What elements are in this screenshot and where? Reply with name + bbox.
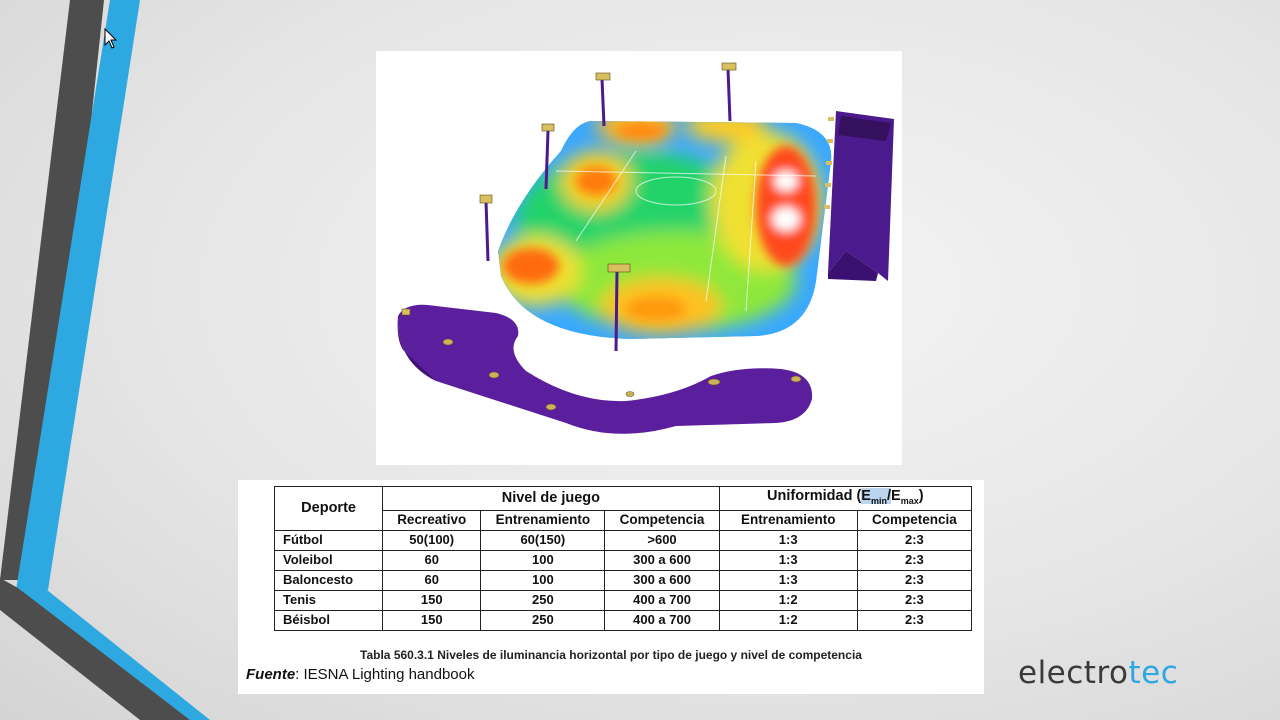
- table-row: Béisbol 150 250 400 a 700 1:2 2:3: [273, 609, 973, 631]
- cell-recreativo: 150: [382, 609, 482, 631]
- table-row: Fútbol 50(100) 60(150) >600 1:3 2:3: [273, 529, 973, 551]
- cell-uniformity-entrenamiento: 1:3: [718, 529, 858, 551]
- illuminance-table-panel: Deporte Nivel de juego Uniformidad (Emin…: [238, 480, 984, 694]
- cell-recreativo: 150: [382, 589, 482, 611]
- table-row: Baloncesto 60 100 300 a 600 1:3 2:3: [273, 569, 973, 591]
- cell-sport: Baloncesto: [273, 569, 384, 591]
- table-header-row: Deporte Nivel de juego Uniformidad (Emin…: [273, 486, 973, 531]
- cell-uniformity-competencia: 2:3: [856, 549, 973, 571]
- cell-recreativo: 50(100): [382, 529, 482, 551]
- cell-sport: Voleibol: [273, 549, 384, 571]
- cell-uniformity-entrenamiento: 1:2: [718, 589, 858, 611]
- header-uniformity: Uniformidad (Emin/Emax): [718, 486, 973, 511]
- cell-uniformity-competencia: 2:3: [856, 609, 973, 631]
- table-row: Tenis 150 250 400 a 700 1:2 2:3: [273, 589, 973, 611]
- cell-entrenamiento: 100: [480, 569, 606, 591]
- cell-sport: Béisbol: [273, 609, 384, 631]
- cell-competencia: 300 a 600: [604, 569, 720, 591]
- cell-recreativo: 60: [382, 549, 482, 571]
- illuminance-heatmap-image: [376, 51, 902, 465]
- cell-sport: Fútbol: [273, 529, 384, 551]
- mouse-cursor-icon: [104, 28, 118, 49]
- cell-entrenamiento: 250: [480, 609, 606, 631]
- cell-uniformity-entrenamiento: 1:3: [718, 569, 858, 591]
- subheader-competencia: Competencia: [604, 509, 720, 531]
- subheader-entrenamiento: Entrenamiento: [480, 509, 606, 531]
- source-label: Fuente: [246, 666, 296, 683]
- table-caption: Tabla 560.3.1 Niveles de iluminancia hor…: [360, 648, 862, 662]
- subheader-uniformity-entrenamiento: Entrenamiento: [718, 509, 858, 531]
- subheader-uniformity-competencia: Competencia: [856, 509, 973, 531]
- cell-uniformity-entrenamiento: 1:3: [718, 549, 858, 571]
- source-text: : IESNA Lighting handbook: [295, 666, 475, 683]
- table-source: Fuente: IESNA Lighting handbook: [246, 666, 474, 683]
- cell-uniformity-entrenamiento: 1:2: [718, 609, 858, 631]
- cell-uniformity-competencia: 2:3: [856, 569, 973, 591]
- uniformity-highlight: Emin/: [861, 488, 892, 506]
- cell-competencia: 400 a 700: [604, 609, 720, 631]
- header-sport: Deporte: [273, 486, 384, 531]
- electrotec-logo: electrotec: [1018, 655, 1179, 691]
- cell-recreativo: 60: [382, 569, 482, 591]
- table-row: Voleibol 60 100 300 a 600 1:3 2:3: [273, 549, 973, 571]
- cell-entrenamiento: 250: [480, 589, 606, 611]
- cell-uniformity-competencia: 2:3: [856, 589, 973, 611]
- illuminance-table: Deporte Nivel de juego Uniformidad (Emin…: [273, 486, 973, 631]
- cell-sport: Tenis: [273, 589, 384, 611]
- cell-entrenamiento: 100: [480, 549, 606, 571]
- cell-competencia: 300 a 600: [604, 549, 720, 571]
- cell-competencia: >600: [604, 529, 720, 551]
- header-level: Nivel de juego: [382, 486, 720, 511]
- subheader-recreativo: Recreativo: [382, 509, 482, 531]
- cell-entrenamiento: 60(150): [480, 529, 606, 551]
- cell-uniformity-competencia: 2:3: [856, 529, 973, 551]
- cell-competencia: 400 a 700: [604, 589, 720, 611]
